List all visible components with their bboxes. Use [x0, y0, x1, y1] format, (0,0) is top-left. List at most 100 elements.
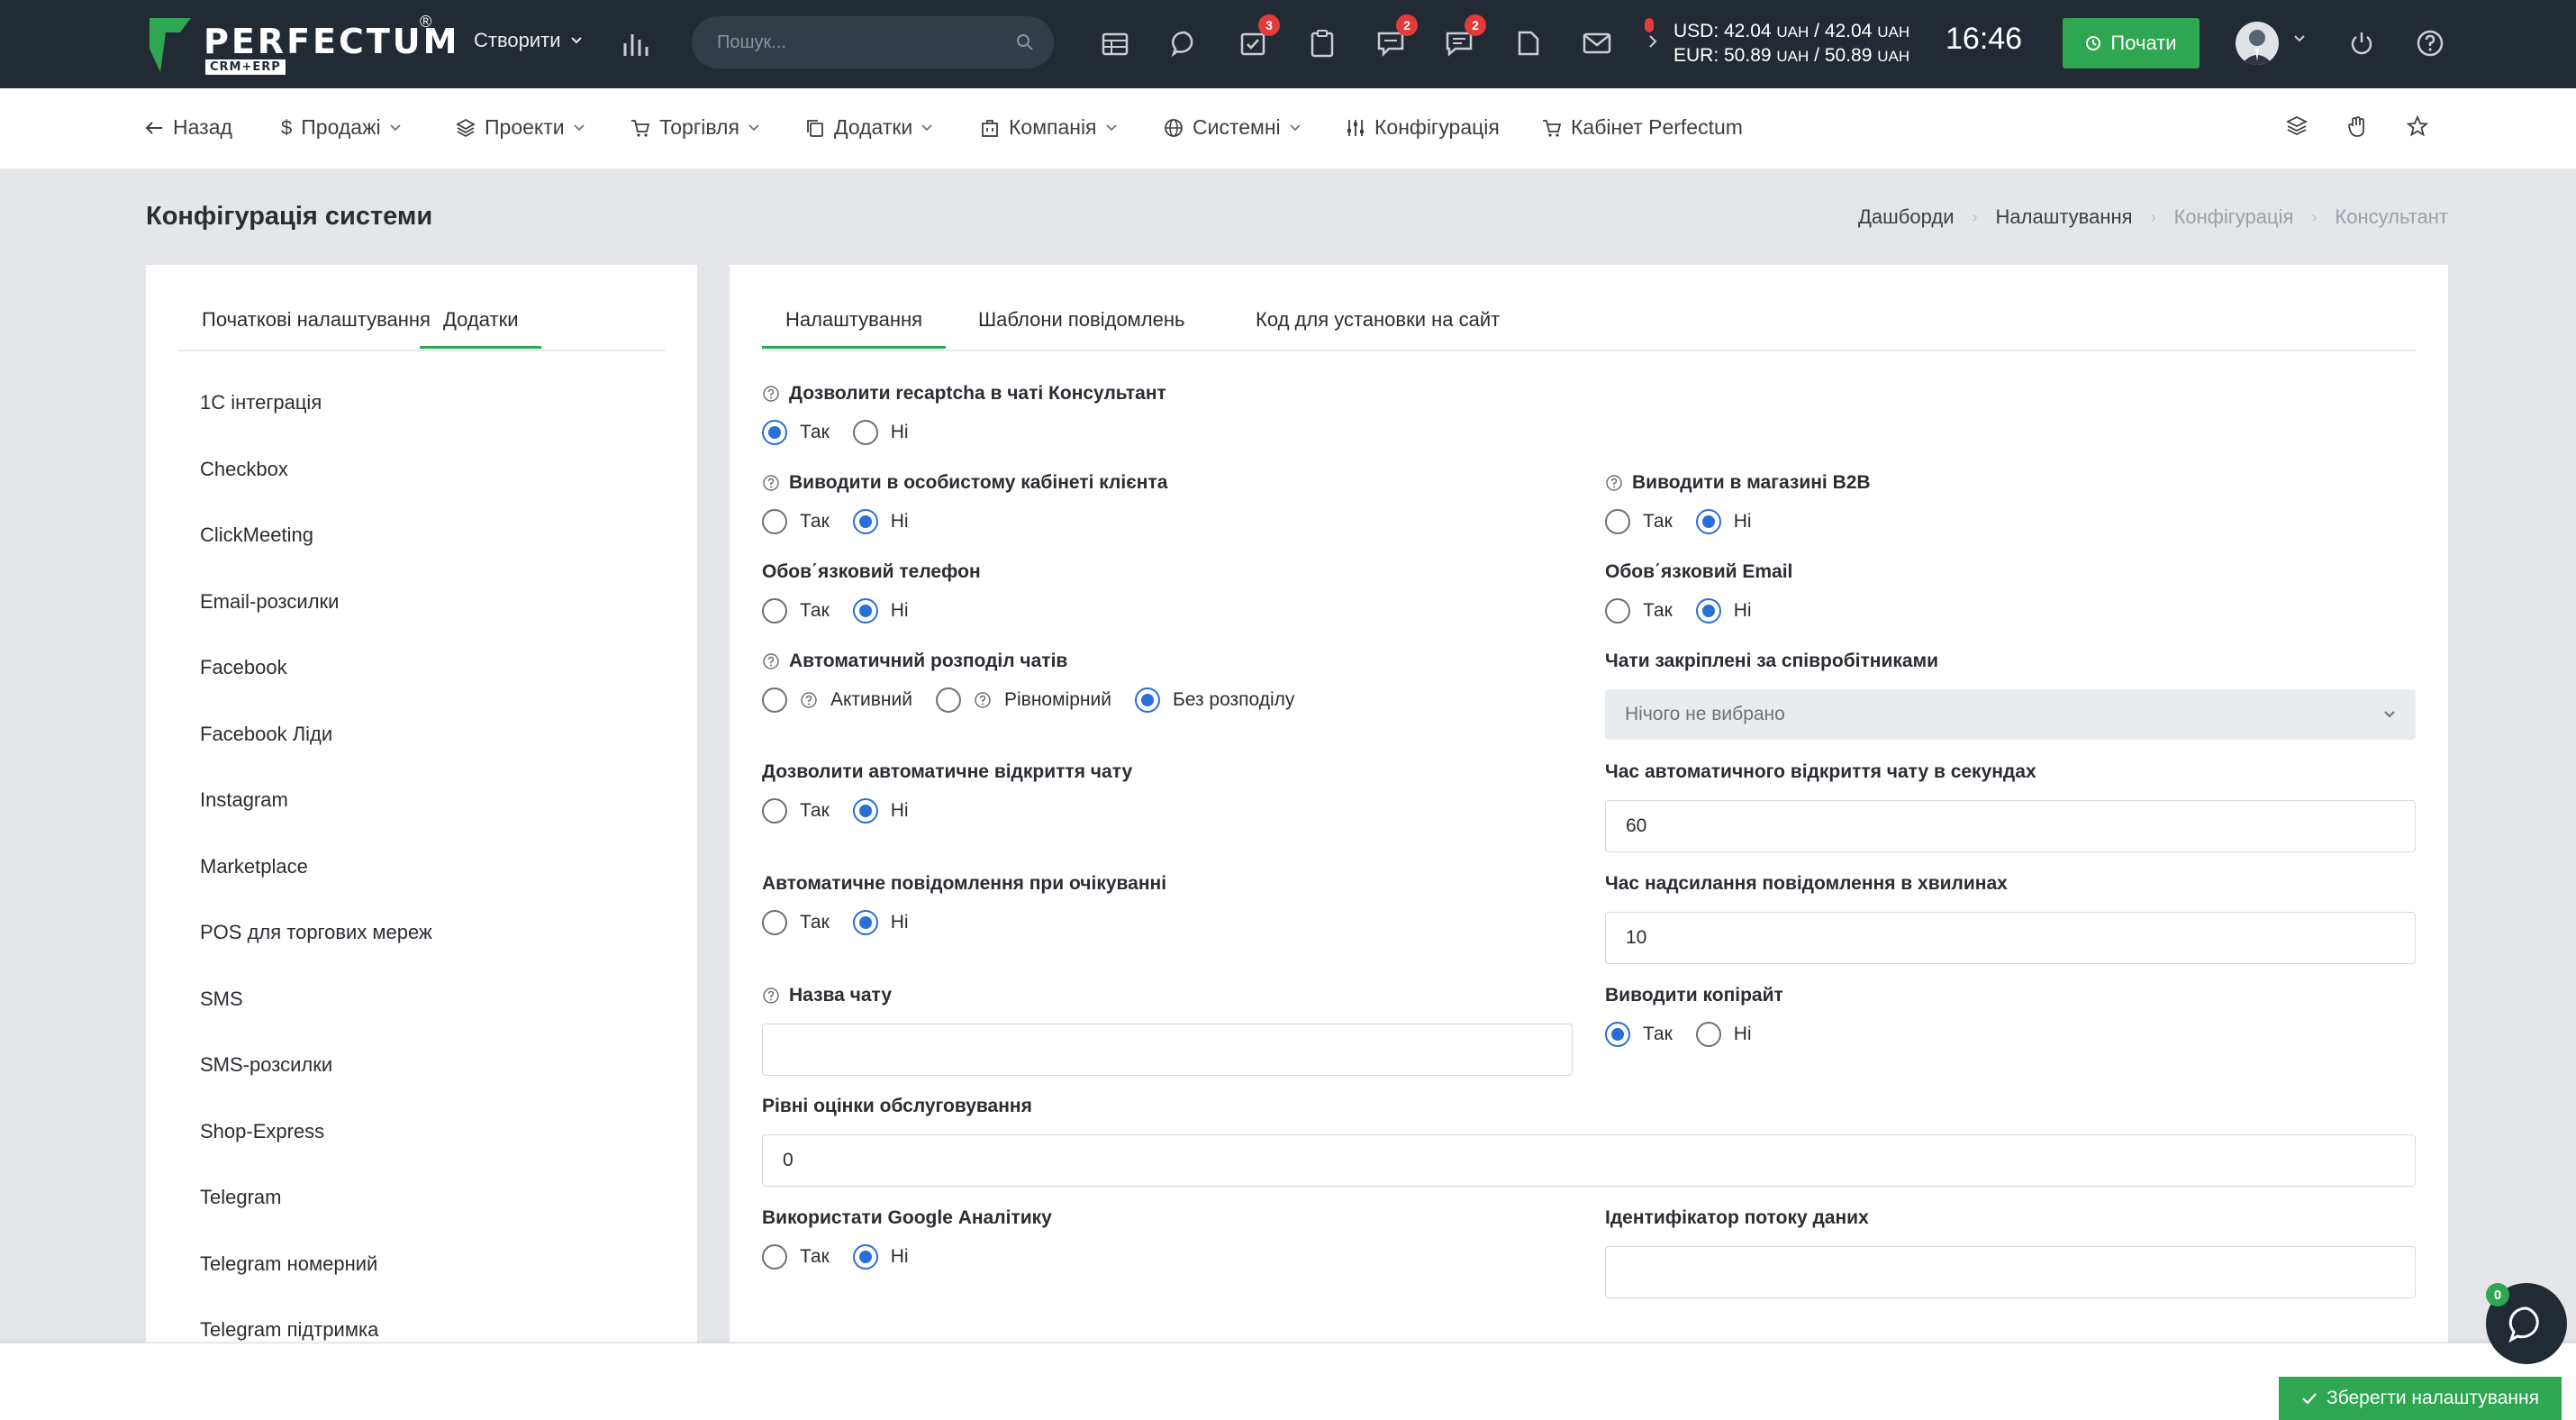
logo[interactable]: PERFECTUM ® CRM+ERP	[144, 13, 457, 76]
help-icon[interactable]	[762, 652, 780, 670]
currency-rates[interactable]: USD: 42.04 UAH / 42.04 UAH EUR: 50.89 UA…	[1673, 20, 1909, 68]
nav-cabinet[interactable]: Кабінет Perfectum	[1542, 115, 1743, 140]
sidebar-item[interactable]: Telegram номерний	[200, 1252, 432, 1319]
clipboard-icon[interactable]	[1306, 27, 1338, 59]
start-button[interactable]: Почати	[2063, 18, 2200, 68]
help-icon[interactable]	[1605, 474, 1623, 492]
automsg-no[interactable]: Ні	[852, 910, 909, 935]
analytics-icon[interactable]	[621, 27, 650, 59]
google-analytics-yes[interactable]: Так	[762, 1244, 830, 1270]
distribution-active[interactable]: Активний	[762, 687, 912, 713]
sidebar-item[interactable]: Facebook Ліди	[200, 723, 432, 789]
radio-button[interactable]	[1695, 598, 1721, 624]
star-icon[interactable]	[2407, 115, 2428, 137]
radio-button[interactable]	[852, 420, 878, 445]
breadcrumb-settings[interactable]: Налаштування	[1996, 205, 2133, 229]
radio-button[interactable]	[1134, 687, 1160, 713]
comment-icon[interactable]	[1168, 27, 1201, 59]
radio-button[interactable]	[852, 1244, 878, 1270]
tab-message-templates[interactable]: Шаблони повідомлень	[978, 308, 1185, 346]
power-icon[interactable]	[2345, 27, 2378, 59]
sidebar-item[interactable]: Shop-Express	[200, 1120, 432, 1187]
breadcrumb-config[interactable]: Конфігурація	[2174, 205, 2294, 229]
phone-yes[interactable]: Так	[762, 598, 830, 624]
chevron-right-icon[interactable]	[1648, 34, 1657, 49]
radio-button[interactable]	[762, 509, 787, 534]
nav-projects[interactable]: Проекти	[456, 115, 585, 140]
sidebar-item[interactable]: Marketplace	[200, 855, 432, 922]
cabinet-yes[interactable]: Так	[762, 509, 830, 534]
chevron-down-icon[interactable]	[2293, 34, 2306, 43]
sidebar-item[interactable]: Checkbox	[200, 458, 432, 524]
sidebar-item[interactable]: Telegram	[200, 1186, 432, 1252]
radio-button[interactable]	[1695, 509, 1721, 534]
calendar-icon[interactable]	[1099, 27, 1131, 59]
chat-name-input[interactable]	[762, 1024, 1573, 1076]
autoopen-no[interactable]: Ні	[852, 798, 909, 824]
search-icon[interactable]	[1016, 33, 1034, 51]
nav-system[interactable]: Системні	[1164, 115, 1301, 140]
layers-icon[interactable]	[2286, 115, 2308, 137]
nav-company[interactable]: Компанія	[980, 115, 1117, 140]
avatar[interactable]	[2236, 22, 2279, 65]
save-settings-button[interactable]: Зберегти налаштування	[2279, 1377, 2562, 1420]
radio-button[interactable]	[1605, 1022, 1630, 1047]
google-analytics-no[interactable]: Ні	[852, 1244, 909, 1270]
help-icon[interactable]	[974, 691, 992, 709]
nav-addons[interactable]: Додатки	[805, 115, 932, 140]
search-input[interactable]	[717, 16, 1014, 68]
sidebar-item[interactable]: Facebook	[200, 656, 432, 723]
help-icon[interactable]	[800, 691, 818, 709]
sidebar-item[interactable]: Instagram	[200, 788, 432, 855]
email-yes[interactable]: Так	[1605, 598, 1673, 624]
cabinet-no[interactable]: Ні	[852, 509, 909, 534]
help-icon[interactable]	[2414, 27, 2446, 59]
create-menu[interactable]: Створити	[474, 29, 583, 52]
hand-icon[interactable]	[2347, 115, 2367, 139]
email-no[interactable]: Ні	[1695, 598, 1752, 624]
b2b-no[interactable]: Ні	[1695, 509, 1752, 534]
nav-sales[interactable]: $ Продажі	[281, 115, 401, 140]
radio-button[interactable]	[1695, 1022, 1721, 1047]
automsg-yes[interactable]: Так	[762, 910, 830, 935]
autoopen-yes[interactable]: Так	[762, 798, 830, 824]
messages-icon[interactable]: 2	[1443, 14, 1486, 59]
mail-icon[interactable]	[1581, 27, 1613, 59]
tasks-icon[interactable]: 3	[1237, 14, 1280, 59]
b2b-yes[interactable]: Так	[1605, 509, 1673, 534]
radio-button[interactable]	[852, 910, 878, 935]
radio-button[interactable]	[1605, 509, 1630, 534]
phone-no[interactable]: Ні	[852, 598, 909, 624]
tab-addons[interactable]: Додатки	[420, 308, 542, 349]
sidebar-item[interactable]: SMS	[200, 988, 432, 1054]
radio-button[interactable]	[852, 598, 878, 624]
tab-initial-settings[interactable]: Початкові налаштування	[202, 308, 431, 346]
radio-button[interactable]	[762, 598, 787, 624]
radio-button[interactable]	[852, 509, 878, 534]
chat-icon[interactable]: 2	[1374, 14, 1418, 59]
radio-button[interactable]	[762, 798, 787, 824]
distribution-even[interactable]: Рівномірний	[936, 687, 1111, 713]
sidebar-item[interactable]: SMS-розсилки	[200, 1053, 432, 1120]
radio-button[interactable]	[936, 687, 961, 713]
recaptcha-yes[interactable]: Так	[762, 420, 830, 445]
help-icon[interactable]	[762, 385, 780, 403]
sidebar-item[interactable]: Email-розсилки	[200, 590, 432, 657]
search-box[interactable]	[692, 16, 1054, 68]
sidebar-item[interactable]: 1С інтеграція	[200, 391, 432, 458]
breadcrumb-dashboards[interactable]: Дашборди	[1858, 205, 1954, 229]
recaptcha-no[interactable]: Ні	[852, 420, 909, 445]
tab-settings[interactable]: Налаштування	[762, 308, 947, 349]
assigned-chats-select[interactable]: Нічого не вибрано	[1605, 689, 2416, 740]
tab-site-code[interactable]: Код для установки на сайт	[1256, 308, 1500, 346]
radio-button[interactable]	[762, 420, 787, 445]
document-icon[interactable]	[1512, 27, 1545, 59]
sidebar-item[interactable]: POS для торгових мереж	[200, 921, 432, 988]
back-link[interactable]: Назад	[144, 115, 232, 140]
copyright-yes[interactable]: Так	[1605, 1022, 1673, 1047]
radio-button[interactable]	[762, 687, 787, 713]
copyright-no[interactable]: Ні	[1695, 1022, 1752, 1047]
stream-id-input[interactable]	[1605, 1246, 2416, 1298]
radio-button[interactable]	[852, 798, 878, 824]
radio-button[interactable]	[762, 1244, 787, 1270]
